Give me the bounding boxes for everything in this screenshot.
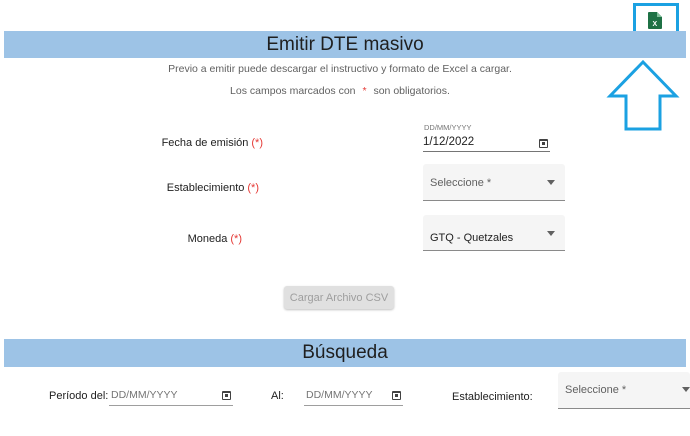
required-note-before: Los campos marcados con	[230, 85, 356, 97]
svg-text:X: X	[652, 21, 657, 28]
moneda-value: GTQ - Quetzales	[430, 232, 514, 244]
excel-file-icon[interactable]: X	[648, 12, 662, 29]
search-establecimiento-label: Establecimiento:	[452, 391, 533, 403]
calendar-icon[interactable]	[539, 139, 548, 148]
periodo-label: Período del:	[49, 390, 109, 402]
required-mark: (*)	[247, 182, 259, 194]
required-note-after: son obligatorios.	[373, 85, 450, 97]
establecimiento-label: Establecimiento (*)	[120, 182, 259, 194]
required-mark: (*)	[230, 233, 242, 245]
search-establecimiento-value: Seleccione *	[565, 384, 627, 396]
instructions-text: Previo a emitir puede descargar el instr…	[168, 63, 512, 75]
moneda-select[interactable]: GTQ - Quetzales	[423, 215, 565, 251]
moneda-label-text: Moneda	[187, 233, 228, 245]
required-mark: (*)	[251, 137, 263, 149]
establecimiento-select[interactable]: Seleccione *	[423, 164, 565, 201]
establecimiento-value: Seleccione *	[430, 177, 492, 189]
fecha-emision-input[interactable]: 1/12/2022	[423, 131, 550, 152]
fecha-value: 1/12/2022	[423, 136, 475, 148]
periodo-from-input[interactable]: DD/MM/YYYY	[109, 382, 233, 406]
chevron-down-icon	[547, 231, 555, 236]
chevron-down-icon	[547, 180, 555, 185]
al-label: Al:	[271, 390, 284, 402]
search-section-title: Búsqueda	[4, 339, 686, 367]
moneda-label: Moneda (*)	[120, 233, 242, 245]
calendar-icon[interactable]	[392, 391, 401, 400]
periodo-to-placeholder: DD/MM/YYYY	[306, 389, 373, 401]
establecimiento-label-text: Establecimiento	[166, 182, 245, 194]
required-fields-note: Los campos marcados con * son obligatori…	[0, 85, 680, 97]
fecha-label-text: Fecha de emisión	[161, 137, 249, 149]
periodo-to-input[interactable]: DD/MM/YYYY	[304, 382, 403, 406]
search-establecimiento-select[interactable]: Seleccione *	[558, 372, 690, 409]
chevron-down-icon	[682, 387, 690, 392]
calendar-icon[interactable]	[222, 391, 231, 400]
fecha-label: Fecha de emisión (*)	[120, 137, 263, 149]
upload-csv-button[interactable]: Cargar Archivo CSV	[284, 286, 394, 309]
required-marker: *	[362, 85, 367, 97]
periodo-from-placeholder: DD/MM/YYYY	[111, 389, 178, 401]
page-title: Emitir DTE masivo	[4, 31, 686, 58]
